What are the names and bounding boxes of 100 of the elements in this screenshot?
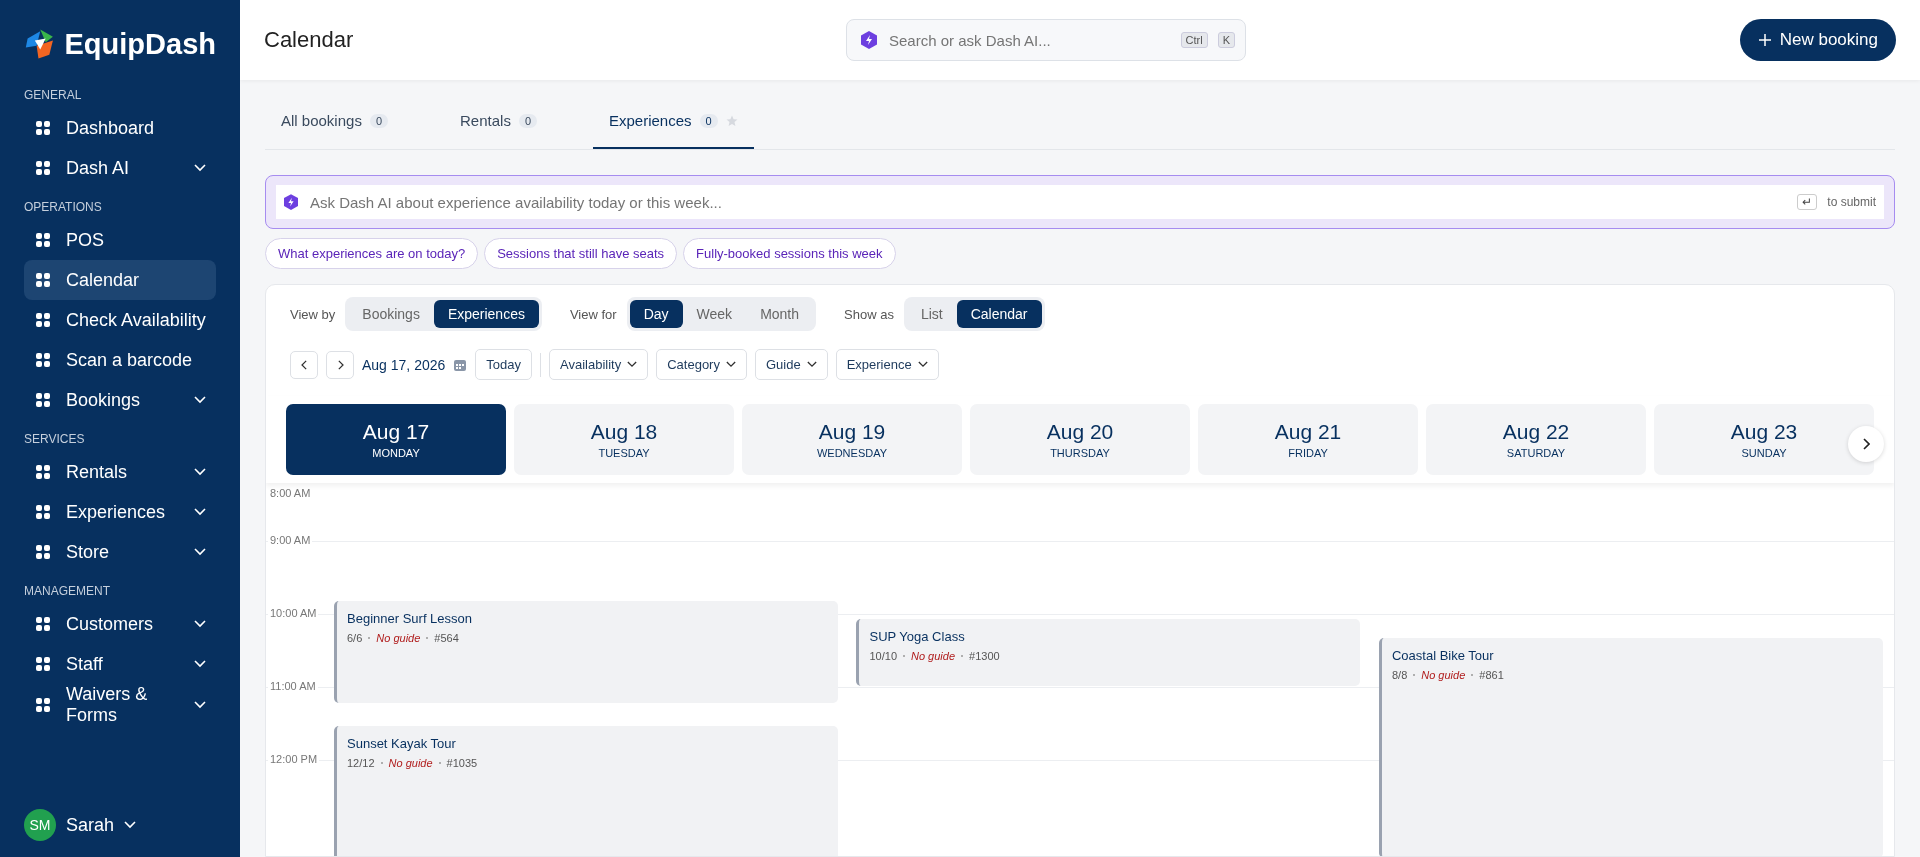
section-heading: SERVICES (24, 432, 86, 446)
event-title: SUP Yoga Class (869, 629, 966, 644)
seat-count: 6/6 (347, 632, 363, 644)
nav-item[interactable]: Check Availability (24, 300, 216, 340)
day-card[interactable]: Aug 21 FRIDAY (1198, 404, 1418, 475)
nav-icon (34, 655, 52, 673)
chevron-right-icon (336, 359, 344, 370)
segment-option[interactable]: Week (682, 300, 747, 328)
day-card[interactable]: Aug 23 SUNDAY (1654, 404, 1874, 475)
nav-item[interactable]: Store (24, 532, 216, 572)
day-card[interactable]: Aug 17 MONDAY (286, 404, 506, 475)
current-date: Aug 17, 2026 (362, 356, 446, 373)
nav-item[interactable]: POS (24, 220, 216, 260)
next-button[interactable] (326, 350, 354, 379)
event-card[interactable]: Sunset Kayak Tour 12/12 No guide #1035 (334, 726, 838, 856)
chevron-down-icon (124, 821, 137, 829)
nav-icon (34, 391, 52, 409)
event-title: Coastal Bike Tour (1391, 648, 1495, 663)
segment-option[interactable]: List (906, 300, 957, 328)
suggestion-chip[interactable]: What experiences are on today? (265, 238, 479, 269)
ai-icon (284, 194, 298, 210)
day-card[interactable]: Aug 19 WEDNESDAY (742, 404, 962, 475)
ai-icon (861, 31, 877, 49)
booking-ref: #1035 (446, 757, 478, 769)
segment-option[interactable]: Bookings (348, 300, 434, 328)
control-label: View by (290, 306, 336, 322)
chevron-down-icon (917, 361, 928, 368)
time-label: 12:00 PM (268, 753, 320, 765)
today-button[interactable]: Today (475, 349, 532, 380)
page-title: Calendar (264, 27, 355, 53)
time-label: 9:00 AM (268, 534, 313, 546)
segment-option[interactable]: Month (746, 300, 814, 328)
nav-icon (34, 543, 52, 561)
plus-icon (1757, 33, 1772, 47)
segment-option[interactable]: Experiences (433, 300, 539, 328)
nav-item[interactable]: Customers (24, 604, 216, 644)
section-heading: OPERATIONS (24, 200, 103, 214)
segment-option[interactable]: Calendar (956, 300, 1042, 328)
nav-item[interactable]: Rentals (24, 452, 216, 492)
suggestion-chip[interactable]: Sessions that still have seats (484, 238, 678, 269)
event-title: Beginner Surf Lesson (347, 611, 474, 626)
event-card[interactable]: Coastal Bike Tour 8/8 No guide #861 (1378, 638, 1883, 856)
day-card[interactable]: Aug 20 THURSDAY (970, 404, 1190, 475)
shortcut-key: K (1217, 32, 1235, 48)
nav-item[interactable]: Calendar (24, 260, 216, 300)
nav-icon (34, 271, 52, 289)
booking-ref: #861 (1479, 669, 1504, 681)
nav-icon (34, 351, 52, 369)
count-badge: 0 (369, 113, 388, 128)
ai-prompt-field[interactable]: Ask Dash AI about experience availability today or this week... ↵ to submit (276, 185, 1884, 219)
day-card[interactable]: Aug 22 SATURDAY (1426, 404, 1646, 475)
tab[interactable]: Rentals 0 (444, 112, 553, 149)
event-title: Sunset Kayak Tour (347, 736, 457, 751)
booking-ref: #564 (434, 632, 459, 644)
nav-icon (34, 463, 52, 481)
nav-item[interactable]: Dash AI (24, 148, 216, 188)
star-icon (725, 114, 738, 127)
avatar: SM (24, 809, 56, 841)
filter-dropdown[interactable]: Availability (549, 349, 649, 380)
seat-count: 8/8 (1391, 669, 1408, 681)
brand-name: EquipDash (64, 27, 216, 61)
filter-dropdown[interactable]: Guide (754, 349, 828, 380)
next-days-button[interactable] (1848, 426, 1884, 462)
submit-hint: to submit (1827, 195, 1876, 209)
event-card[interactable]: Beginner Surf Lesson 6/6 No guide #564 (334, 601, 838, 703)
nav-item[interactable]: Dashboard (24, 108, 216, 148)
nav-item[interactable]: Bookings (24, 380, 216, 420)
control-label: View for (569, 306, 617, 322)
tab[interactable]: Experiences 0 (593, 112, 754, 149)
day-card[interactable]: Aug 18 TUESDAY (514, 404, 734, 475)
time-label: 8:00 AM (268, 487, 313, 499)
event-card[interactable]: SUP Yoga Class 10/10 No guide #1300 (856, 619, 1361, 686)
count-badge: 0 (518, 113, 537, 128)
shortcut-key: Ctrl (1180, 32, 1208, 48)
suggestion-chip[interactable]: Fully-booked sessions this week (683, 238, 896, 269)
nav-icon (34, 159, 52, 177)
filter-dropdown[interactable]: Experience (835, 349, 939, 380)
nav-item[interactable]: Scan a barcode (24, 340, 216, 380)
guide-status: No guide (376, 632, 421, 644)
segment-option[interactable]: Day (629, 300, 683, 328)
search-input[interactable]: Search or ask Dash AI... (887, 30, 1171, 50)
search-field[interactable]: Search or ask Dash AI... Ctrl K (846, 19, 1246, 61)
chevron-down-icon (806, 361, 817, 368)
new-booking-button[interactable]: New booking (1739, 19, 1896, 61)
previous-button[interactable] (290, 350, 318, 379)
calendar-icon[interactable] (453, 357, 468, 372)
enter-key: ↵ (1797, 194, 1818, 210)
seat-count: 10/10 (869, 650, 897, 662)
nav-item[interactable]: Waivers & Forms (24, 684, 216, 726)
time-label: 11:00 AM (268, 680, 318, 692)
nav-item[interactable]: Experiences (24, 492, 216, 532)
booking-ref: #1300 (969, 650, 1000, 662)
chevron-down-icon (725, 361, 736, 368)
section-heading: MANAGEMENT (24, 584, 111, 598)
tab[interactable]: All bookings 0 (265, 112, 404, 149)
filter-dropdown[interactable]: Category (656, 349, 747, 380)
seat-count: 12/12 (347, 757, 375, 769)
guide-status: No guide (1421, 669, 1466, 681)
nav-icon (34, 503, 52, 521)
nav-item[interactable]: Staff (24, 644, 216, 684)
